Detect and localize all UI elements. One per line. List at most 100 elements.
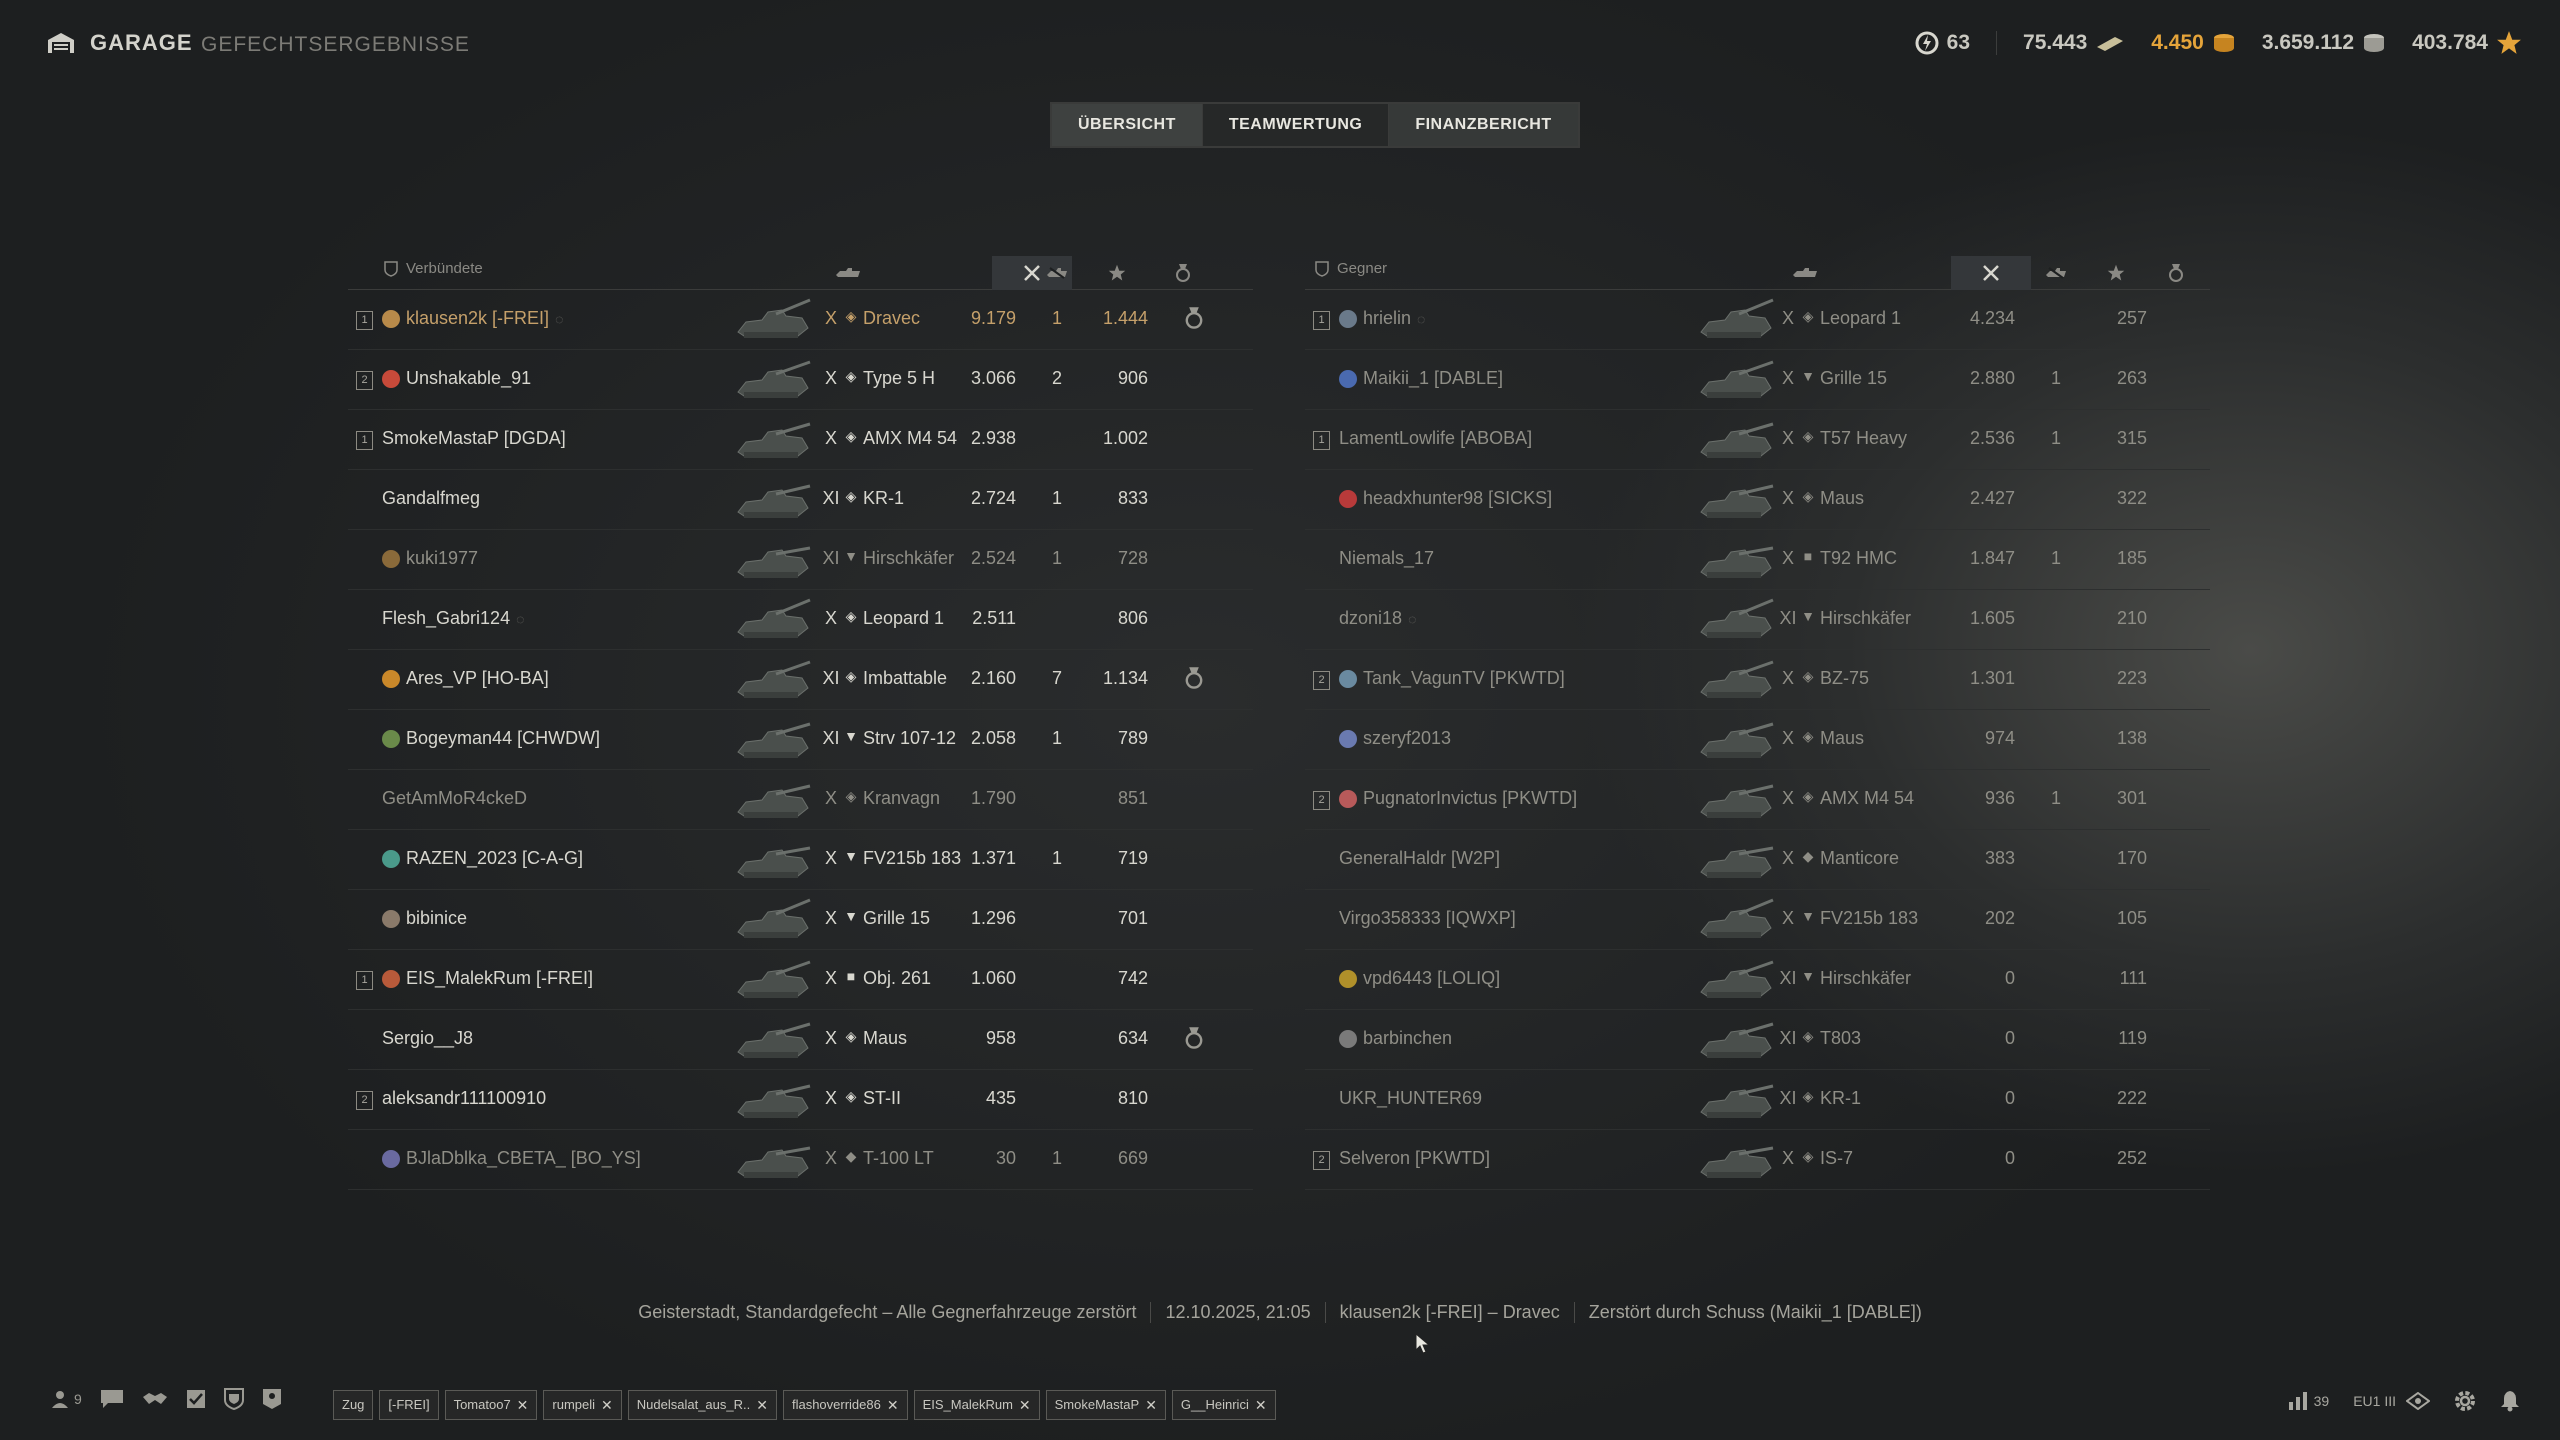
player-name-cell[interactable]: Gandalfmeg bbox=[382, 488, 480, 509]
sort-xp-button[interactable] bbox=[2081, 256, 2151, 290]
table-row[interactable]: Sergio__J8 X ◈ Maus 958 634 bbox=[348, 1010, 1253, 1070]
table-row[interactable]: szeryf2013 X ◈ Maus 974 138 bbox=[1305, 710, 2210, 770]
table-row[interactable]: Maikii_1 [DABLE] X ▼ Grille 15 2.880 1 263 bbox=[1305, 350, 2210, 410]
free-xp[interactable]: 63 bbox=[1915, 31, 1970, 55]
table-row[interactable]: RAZEN_2023 [C-A-G] X ▼ FV215b 183 1.371 1 719 bbox=[348, 830, 1253, 890]
table-row[interactable]: dzoni18 ◌ XI ▼ Hirschkäfer 1.605 210 bbox=[1305, 590, 2210, 650]
server-selector[interactable]: EU1 III bbox=[2353, 1392, 2430, 1410]
profile-badge-icon[interactable] bbox=[262, 1388, 282, 1410]
credits[interactable]: 3.659.112 bbox=[2262, 31, 2386, 55]
sort-kills-button[interactable] bbox=[2031, 256, 2081, 290]
player-name-cell[interactable]: Selveron [PKWTD] bbox=[1339, 1148, 1490, 1169]
sort-kills-button[interactable] bbox=[1032, 256, 1082, 290]
close-icon[interactable]: ✕ bbox=[1255, 1391, 1267, 1419]
sort-damage-button[interactable] bbox=[1951, 256, 2031, 290]
table-row[interactable]: BJlaDblka_CBETA_ [BO_YS] X ◆ T-100 LT 30 1 669 bbox=[348, 1130, 1253, 1190]
medal-icon[interactable] bbox=[1182, 666, 1206, 690]
table-row[interactable]: Bogeyman44 [CHWDW] XI ▼ Strv 107-12 2.058 1 78… bbox=[348, 710, 1253, 770]
player-name-cell[interactable]: szeryf2013 bbox=[1339, 728, 1451, 749]
medal-icon[interactable] bbox=[1182, 306, 1206, 330]
chat-channel-tab[interactable]: rumpeli ✕ bbox=[543, 1390, 622, 1420]
player-name-cell[interactable]: GeneralHaldr [W2P] bbox=[1339, 848, 1500, 869]
player-name-cell[interactable]: Sergio__J8 bbox=[382, 1028, 473, 1049]
friends-button[interactable]: 9 bbox=[50, 1389, 82, 1409]
handshake-icon[interactable] bbox=[142, 1389, 168, 1409]
table-row[interactable]: 2 PugnatorInvictus [PKWTD] X ◈ AMX M4 54 936 1… bbox=[1305, 770, 2210, 830]
player-name-cell[interactable]: Bogeyman44 [CHWDW] bbox=[382, 728, 600, 749]
table-row[interactable]: GeneralHaldr [W2P] X ◆ Manticore 383 170 bbox=[1305, 830, 2210, 890]
experience[interactable]: 403.784 bbox=[2412, 30, 2522, 56]
chat-channel-tab[interactable]: G__Heinrici ✕ bbox=[1171, 1390, 1276, 1420]
chat-channel-tab[interactable]: Tomatoo7 ✕ bbox=[444, 1390, 538, 1420]
sort-vehicle-button[interactable] bbox=[1765, 256, 1845, 290]
bell-icon[interactable] bbox=[2500, 1390, 2520, 1412]
player-name-cell[interactable]: EIS_MalekRum [-FREI] bbox=[382, 968, 593, 989]
table-row[interactable]: GetAmMoR4ckeD X ◈ Kranvagn 1.790 851 bbox=[348, 770, 1253, 830]
player-name-cell[interactable]: kuki1977 bbox=[382, 548, 478, 569]
table-row[interactable]: 1 EIS_MalekRum [-FREI] X ■ Obj. 261 1.060 742 bbox=[348, 950, 1253, 1010]
chat-channel-tab[interactable]: Zug bbox=[333, 1390, 374, 1420]
table-row[interactable]: kuki1977 XI ▼ Hirschkäfer 2.524 1 728 bbox=[348, 530, 1253, 590]
table-row[interactable]: 1 LamentLowlife [ABOBA] X ◈ T57 Heavy 2.536 1 3… bbox=[1305, 410, 2210, 470]
player-name-cell[interactable]: aleksandr111100910 bbox=[382, 1088, 546, 1109]
table-row[interactable]: Ares_VP [HO-BA] XI ◈ Imbattable 2.160 7 1.134 bbox=[348, 650, 1253, 710]
table-row[interactable]: Flesh_Gabri124 ◌ X ◈ Leopard 1 2.511 806 bbox=[348, 590, 1253, 650]
sort-medals-button[interactable] bbox=[1158, 256, 1208, 290]
player-name-cell[interactable]: vpd6443 [LOLIQ] bbox=[1339, 968, 1500, 989]
sort-vehicle-button[interactable] bbox=[808, 256, 888, 290]
bonds[interactable]: 75.443 bbox=[1996, 31, 2125, 55]
table-row[interactable]: Gandalfmeg XI ◈ KR-1 2.724 1 833 bbox=[348, 470, 1253, 530]
player-name-cell[interactable]: Tank_VagunTV [PKWTD] bbox=[1339, 668, 1565, 689]
player-name-cell[interactable]: Niemals_17 bbox=[1339, 548, 1434, 569]
table-row[interactable]: 2 Unshakable_91 X ◈ Type 5 H 3.066 2 906 bbox=[348, 350, 1253, 410]
player-name-cell[interactable]: RAZEN_2023 [C-A-G] bbox=[382, 848, 583, 869]
check-badge-icon[interactable] bbox=[186, 1389, 206, 1409]
chat-channel-tab[interactable]: Nudelsalat_aus_R.. ✕ bbox=[627, 1390, 777, 1420]
table-row[interactable]: UKR_HUNTER69 XI ◈ KR-1 0 222 bbox=[1305, 1070, 2210, 1130]
player-name-cell[interactable]: Flesh_Gabri124 ◌ bbox=[382, 608, 524, 629]
close-icon[interactable]: ✕ bbox=[1019, 1391, 1031, 1419]
table-row[interactable]: 2 aleksandr111100910 X ◈ ST-II 435 810 bbox=[348, 1070, 1253, 1130]
close-icon[interactable]: ✕ bbox=[1145, 1391, 1157, 1419]
clan-shield-icon[interactable] bbox=[223, 1388, 244, 1410]
gold[interactable]: 4.450 bbox=[2151, 31, 2236, 55]
table-row[interactable]: headxhunter98 [SICKS] X ◈ Maus 2.427 322 bbox=[1305, 470, 2210, 530]
player-name-cell[interactable]: headxhunter98 [SICKS] bbox=[1339, 488, 1552, 509]
chat-channel-tab[interactable]: EIS_MalekRum ✕ bbox=[913, 1390, 1040, 1420]
player-name-cell[interactable]: klausen2k [-FREI] ◌ bbox=[382, 308, 563, 329]
close-icon[interactable]: ✕ bbox=[887, 1391, 899, 1419]
player-name-cell[interactable]: hrielin ◌ bbox=[1339, 308, 1425, 329]
sort-medals-button[interactable] bbox=[2151, 256, 2201, 290]
player-name-cell[interactable]: PugnatorInvictus [PKWTD] bbox=[1339, 788, 1577, 809]
close-icon[interactable]: ✕ bbox=[517, 1391, 529, 1419]
player-name-cell[interactable]: dzoni18 ◌ bbox=[1339, 608, 1416, 629]
player-name-cell[interactable]: BJlaDblka_CBETA_ [BO_YS] bbox=[382, 1148, 641, 1169]
player-name-cell[interactable]: Virgo358333 [IQWXP] bbox=[1339, 908, 1516, 929]
table-row[interactable]: 1 hrielin ◌ X ◈ Leopard 1 4.234 257 bbox=[1305, 290, 2210, 350]
player-name-cell[interactable]: GetAmMoR4ckeD bbox=[382, 788, 527, 809]
sort-xp-button[interactable] bbox=[1082, 256, 1152, 290]
table-row[interactable]: Virgo358333 [IQWXP] X ▼ FV215b 183 202 105 bbox=[1305, 890, 2210, 950]
ping-indicator[interactable]: 39 bbox=[2288, 1392, 2329, 1410]
player-name-cell[interactable]: bibinice bbox=[382, 908, 467, 929]
table-row[interactable]: barbinchen XI ◈ T803 0 119 bbox=[1305, 1010, 2210, 1070]
table-row[interactable]: 1 SmokeMastaP [DGDA] X ◈ AMX M4 54 2.938 1.002 bbox=[348, 410, 1253, 470]
player-name-cell[interactable]: SmokeMastaP [DGDA] bbox=[382, 428, 566, 449]
garage-button[interactable]: GARAGE bbox=[46, 30, 193, 56]
chat-icon[interactable] bbox=[100, 1389, 124, 1409]
gear-icon[interactable] bbox=[2454, 1390, 2476, 1412]
medal-icon[interactable] bbox=[1182, 1026, 1206, 1050]
tab-financial-report[interactable]: FINANZBERICHT bbox=[1389, 104, 1578, 146]
player-name-cell[interactable]: Unshakable_91 bbox=[382, 368, 531, 389]
table-row[interactable]: 2 Selveron [PKWTD] X ◈ IS-7 0 252 bbox=[1305, 1130, 2210, 1190]
player-name-cell[interactable]: barbinchen bbox=[1339, 1028, 1452, 1049]
player-name-cell[interactable]: Ares_VP [HO-BA] bbox=[382, 668, 549, 689]
table-row[interactable]: 2 Tank_VagunTV [PKWTD] X ◈ BZ-75 1.301 223 bbox=[1305, 650, 2210, 710]
table-row[interactable]: Niemals_17 X ■ T92 HMC 1.847 1 185 bbox=[1305, 530, 2210, 590]
table-row[interactable]: 1 klausen2k [-FREI] ◌ X ◈ Dravec 9.179 1 1.444 bbox=[348, 290, 1253, 350]
chat-channel-tab[interactable]: flashoverride86 ✕ bbox=[782, 1390, 908, 1420]
tab-overview[interactable]: ÜBERSICHT bbox=[1052, 104, 1203, 146]
table-row[interactable]: vpd6443 [LOLIQ] XI ▼ Hirschkäfer 0 111 bbox=[1305, 950, 2210, 1010]
player-name-cell[interactable]: Maikii_1 [DABLE] bbox=[1339, 368, 1503, 389]
player-name-cell[interactable]: LamentLowlife [ABOBA] bbox=[1339, 428, 1532, 449]
